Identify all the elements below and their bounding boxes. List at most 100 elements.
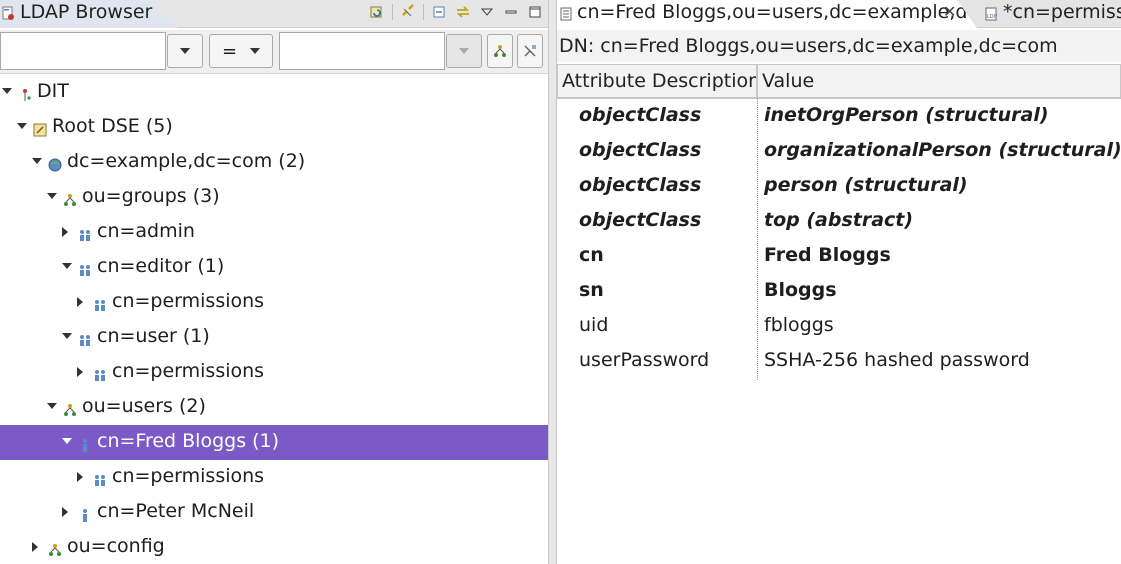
tree-node[interactable]: Root DSE (5) [0, 110, 548, 145]
column-header-value[interactable]: Value [757, 64, 1121, 98]
column-divider [757, 98, 758, 380]
chevron-down-icon [250, 48, 260, 54]
expand-toggle-open-icon[interactable] [47, 193, 57, 199]
tree-node[interactable]: cn=permissions [0, 460, 548, 495]
tree-node[interactable]: cn=user (1) [0, 320, 548, 355]
ou-icon [48, 540, 62, 556]
close-icon[interactable]: ✕ [943, 2, 956, 21]
editor-tab-bar: cn=Fred Bloggs,ou=users,dc=example,d ✕ L… [557, 0, 1121, 28]
ldap-browser-tab[interactable]: LDAP Browser [0, 0, 178, 28]
value-dropdown-button[interactable] [446, 34, 482, 68]
tree-node-label: ou=users (2) [82, 395, 206, 417]
entry-editor: cn=Fred Bloggs,ou=users,dc=example,d ✕ L… [557, 0, 1121, 564]
ldif-file-icon: LDIF [985, 7, 997, 21]
attribute-row[interactable]: objectClass top (abstract) [557, 204, 1121, 239]
attribute-name: objectClass [579, 209, 702, 231]
column-header-attribute[interactable]: Attribute Description [557, 64, 757, 98]
group-icon [78, 260, 92, 276]
attribute-row[interactable]: userPassword SSHA-256 hashed password [557, 344, 1121, 379]
editor-tab-label: *cn=permissi [1003, 1, 1121, 23]
dit-tree: DIT Root DSE (5) dc=example,dc=com (2) ou=g… [0, 75, 548, 564]
attribute-value[interactable]: person (structural) [764, 174, 968, 196]
ldap-browser-icon [2, 6, 14, 20]
attribute-row[interactable]: sn Bloggs [557, 274, 1121, 309]
expand-toggle-open-icon[interactable] [62, 438, 72, 444]
attribute-value[interactable]: Fred Bloggs [764, 244, 891, 266]
refresh-icon[interactable] [368, 3, 386, 21]
expand-toggle-open-icon[interactable] [47, 403, 57, 409]
view-toolbar [368, 3, 544, 21]
attribute-row[interactable]: uid fbloggs [557, 309, 1121, 344]
filter-options-button[interactable] [517, 34, 543, 68]
attribute-row[interactable]: objectClass inetOrgPerson (structural) [557, 99, 1121, 134]
view-menu-icon[interactable] [478, 3, 496, 21]
tree-node[interactable]: dc=example,dc=com (2) [0, 145, 548, 180]
expand-toggle-closed-icon[interactable] [62, 507, 68, 517]
editor-tab-fred-bloggs[interactable]: cn=Fred Bloggs,ou=users,dc=example,d ✕ [557, 0, 977, 28]
attribute-row[interactable]: cn Fred Bloggs [557, 239, 1121, 274]
ou-icon [63, 190, 77, 206]
minimize-icon[interactable] [502, 3, 520, 21]
attribute-name: sn [579, 279, 604, 301]
tree-node[interactable]: cn=editor (1) [0, 250, 548, 285]
expand-toggle-open-icon[interactable] [17, 123, 27, 129]
tree-node[interactable]: cn=admin [0, 215, 548, 250]
link-with-editor-icon[interactable] [399, 3, 417, 21]
expand-toggle-closed-icon[interactable] [32, 542, 38, 552]
entry-editor-icon [560, 7, 572, 21]
table-header: Attribute Description Value [557, 64, 1121, 99]
expand-toggle-open-icon[interactable] [62, 333, 72, 339]
group-icon [78, 225, 92, 241]
ldap-browser-view: LDAP Browser = DIT Root DSE (5) dc=examp… [0, 0, 548, 564]
expand-toggle-open-icon[interactable] [2, 88, 12, 94]
attribute-dropdown-button[interactable] [167, 34, 203, 68]
attribute-row[interactable]: objectClass person (structural) [557, 169, 1121, 204]
expand-toggle-open-icon[interactable] [32, 158, 42, 164]
attribute-value[interactable]: top (abstract) [764, 209, 913, 231]
editor-tab-permissions[interactable]: LDIF *cn=permissi [977, 0, 1121, 28]
view-title: LDAP Browser [20, 1, 153, 23]
attribute-value[interactable]: SSHA-256 hashed password [764, 349, 1030, 371]
tree-node[interactable]: cn=permissions [0, 355, 548, 390]
ou-icon [63, 400, 77, 416]
tree-node[interactable]: ou=groups (3) [0, 180, 548, 215]
group-icon [93, 365, 107, 381]
tree-node[interactable]: cn=permissions [0, 285, 548, 320]
tree-node[interactable]: ou=config [0, 530, 548, 564]
attribute-value[interactable]: inetOrgPerson (structural) [764, 104, 1049, 126]
tree-node[interactable]: cn=Fred Bloggs (1) [0, 425, 548, 460]
chevron-down-icon [459, 48, 469, 54]
expand-toggle-open-icon[interactable] [62, 263, 72, 269]
attribute-row[interactable]: objectClass organizationalPerson (structu… [557, 134, 1121, 169]
view-tab-bar: LDAP Browser [0, 0, 548, 28]
search-subtree-button[interactable] [487, 34, 513, 68]
quick-search-bar: = [0, 30, 548, 74]
sync-icon[interactable] [454, 3, 472, 21]
sash-divider[interactable] [548, 0, 557, 564]
expand-toggle-closed-icon[interactable] [77, 472, 83, 482]
expand-toggle-closed-icon[interactable] [77, 297, 83, 307]
tree-node[interactable]: ou=users (2) [0, 390, 548, 425]
dit-icon [18, 85, 32, 101]
maximize-icon[interactable] [526, 3, 544, 21]
tree-node[interactable]: DIT [0, 75, 548, 110]
expand-toggle-closed-icon[interactable] [62, 227, 68, 237]
attribute-name: objectClass [579, 139, 702, 161]
globe-icon [48, 155, 62, 172]
value-filter-input[interactable] [279, 32, 445, 70]
attribute-value[interactable]: Bloggs [764, 279, 837, 301]
attribute-value[interactable]: organizationalPerson (structural) [764, 139, 1121, 161]
attribute-value[interactable]: fbloggs [764, 314, 834, 336]
tree-node-label: ou=config [67, 535, 165, 557]
collapse-all-icon[interactable] [430, 3, 448, 21]
filter-options-icon [524, 45, 536, 57]
editor-tab-label: cn=Fred Bloggs,ou=users,dc=example,d [577, 1, 968, 23]
tree-node-label: cn=Peter McNeil [97, 500, 255, 522]
table-body: objectClass inetOrgPerson (structural) obj… [557, 99, 1121, 379]
tree-node-label: DIT [37, 80, 69, 102]
dn-bar: DN: cn=Fred Bloggs,ou=users,dc=example,d… [557, 30, 1121, 62]
tree-node[interactable]: cn=Peter McNeil [0, 495, 548, 530]
expand-toggle-closed-icon[interactable] [77, 367, 83, 377]
operator-select[interactable]: = [209, 34, 273, 68]
attribute-filter-input[interactable] [0, 32, 166, 70]
